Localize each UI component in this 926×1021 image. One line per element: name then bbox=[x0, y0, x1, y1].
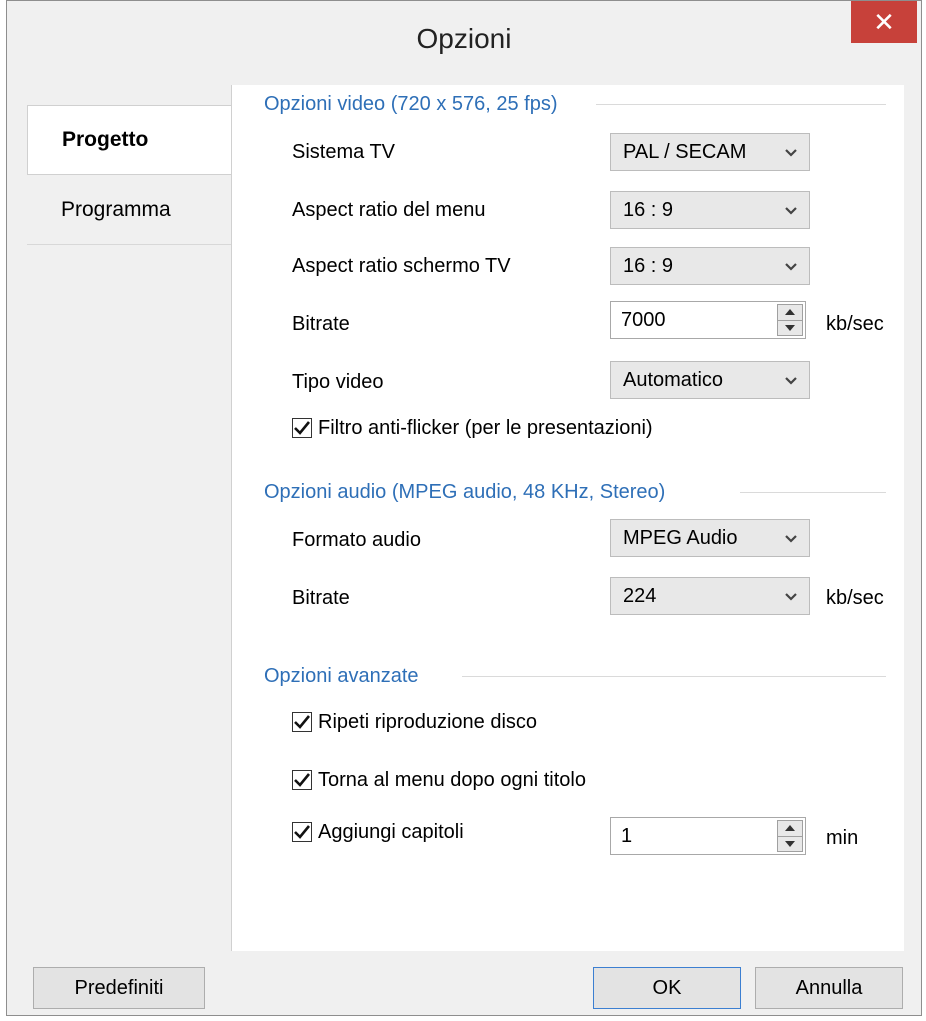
chapters-spin bbox=[777, 820, 803, 852]
menu-aspect-label: Aspect ratio del menu bbox=[292, 199, 486, 221]
advanced-section-heading: Opzioni avanzate bbox=[264, 664, 419, 687]
check-icon bbox=[294, 715, 310, 729]
return-menu-checkbox[interactable] bbox=[292, 770, 312, 790]
title-bar: Opzioni ✕ bbox=[7, 1, 921, 85]
chevron-down-icon bbox=[785, 535, 797, 543]
check-icon bbox=[294, 825, 310, 839]
audio-format-label: Formato audio bbox=[292, 529, 421, 551]
video-bitrate-spin bbox=[777, 304, 803, 336]
chapters-unit: min bbox=[826, 827, 859, 849]
audio-section-divider bbox=[740, 492, 886, 493]
video-type-value: Automatico bbox=[623, 368, 724, 391]
menu-aspect-select[interactable]: 16 : 9 bbox=[610, 191, 810, 229]
video-bitrate-stepper[interactable]: 7000 bbox=[610, 301, 806, 339]
return-menu-option[interactable]: Torna al menu dopo ogni titolo bbox=[292, 767, 586, 793]
spin-down-button[interactable] bbox=[777, 836, 803, 852]
antiflicker-label: Filtro anti-flicker (per le presentazion… bbox=[318, 416, 653, 439]
options-panel: Opzioni video (720 x 576, 25 fps) Sistem… bbox=[231, 85, 904, 951]
video-bitrate-label: Bitrate bbox=[292, 313, 350, 335]
chapters-label: Aggiungi capitoli bbox=[318, 820, 464, 843]
chapters-checkbox[interactable] bbox=[292, 822, 312, 842]
repeat-option[interactable]: Ripeti riproduzione disco bbox=[292, 709, 537, 735]
cancel-button[interactable]: Annulla bbox=[755, 967, 903, 1009]
audio-bitrate-value: 224 bbox=[623, 584, 657, 607]
tv-aspect-label: Aspect ratio schermo TV bbox=[292, 255, 511, 277]
antiflicker-checkbox[interactable] bbox=[292, 418, 312, 438]
chevron-down-icon bbox=[785, 149, 797, 157]
audio-format-select[interactable]: MPEG Audio bbox=[610, 519, 810, 557]
tv-aspect-value: 16 : 9 bbox=[623, 254, 674, 277]
menu-aspect-value: 16 : 9 bbox=[623, 198, 674, 221]
audio-section-heading: Opzioni audio (MPEG audio, 48 KHz, Stere… bbox=[264, 480, 666, 503]
video-section-heading: Opzioni video (720 x 576, 25 fps) bbox=[264, 92, 558, 115]
video-section-divider bbox=[596, 104, 886, 105]
close-button[interactable]: ✕ bbox=[851, 1, 917, 43]
video-type-select[interactable]: Automatico bbox=[610, 361, 810, 399]
defaults-button[interactable]: Predefiniti bbox=[33, 967, 205, 1009]
chevron-down-icon bbox=[785, 377, 797, 385]
ok-button[interactable]: OK bbox=[593, 967, 741, 1009]
chevron-down-icon bbox=[785, 207, 797, 215]
tv-system-select[interactable]: PAL / SECAM bbox=[610, 133, 810, 171]
video-bitrate-unit: kb/sec bbox=[826, 313, 884, 335]
tab-progetto[interactable]: Progetto bbox=[27, 105, 237, 175]
spin-up-button[interactable] bbox=[777, 820, 803, 837]
repeat-checkbox[interactable] bbox=[292, 712, 312, 732]
spin-up-button[interactable] bbox=[777, 304, 803, 321]
chapters-option[interactable]: Aggiungi capitoli bbox=[292, 819, 464, 845]
chevron-down-icon bbox=[785, 593, 797, 601]
arrow-up-icon bbox=[785, 309, 795, 316]
advanced-section-divider bbox=[462, 676, 886, 677]
audio-bitrate-select[interactable]: 224 bbox=[610, 577, 810, 615]
window-title: Opzioni bbox=[416, 23, 512, 54]
return-menu-label: Torna al menu dopo ogni titolo bbox=[318, 768, 586, 791]
audio-bitrate-unit: kb/sec bbox=[826, 587, 884, 609]
check-icon bbox=[294, 421, 310, 435]
options-dialog: Opzioni ✕ Programma Progetto Opzioni vid… bbox=[6, 0, 922, 1016]
arrow-up-icon bbox=[785, 825, 795, 832]
chapters-value: 1 bbox=[621, 824, 633, 847]
tv-system-value: PAL / SECAM bbox=[623, 140, 747, 163]
tab-list: Programma Progetto bbox=[27, 85, 237, 951]
chapters-stepper[interactable]: 1 bbox=[610, 817, 806, 855]
repeat-label: Ripeti riproduzione disco bbox=[318, 710, 538, 733]
chevron-down-icon bbox=[785, 263, 797, 271]
audio-bitrate-label: Bitrate bbox=[292, 587, 350, 609]
video-bitrate-value: 7000 bbox=[621, 308, 666, 331]
tv-aspect-select[interactable]: 16 : 9 bbox=[610, 247, 810, 285]
check-icon bbox=[294, 773, 310, 787]
tab-programma[interactable]: Programma bbox=[27, 175, 231, 245]
tv-system-label: Sistema TV bbox=[292, 141, 395, 163]
audio-format-value: MPEG Audio bbox=[623, 526, 738, 549]
video-type-label: Tipo video bbox=[292, 371, 384, 393]
close-icon: ✕ bbox=[873, 6, 895, 37]
spin-down-button[interactable] bbox=[777, 320, 803, 336]
antiflicker-option[interactable]: Filtro anti-flicker (per le presentazion… bbox=[292, 415, 653, 441]
arrow-down-icon bbox=[785, 324, 795, 331]
arrow-down-icon bbox=[785, 840, 795, 847]
